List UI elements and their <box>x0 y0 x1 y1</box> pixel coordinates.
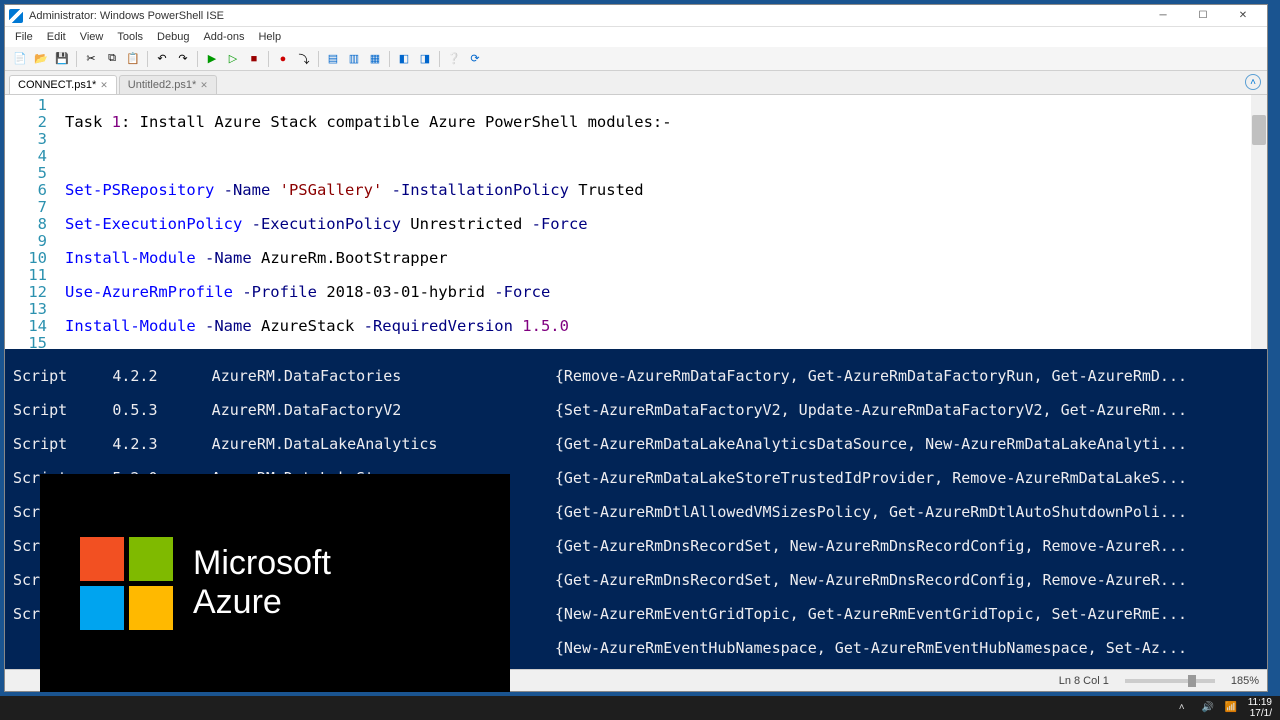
close-icon[interactable]: ✕ <box>200 80 208 91</box>
open-icon[interactable]: 📂 <box>32 50 50 68</box>
tab-label: Untitled2.ps1* <box>128 79 197 91</box>
run-icon[interactable]: ▶ <box>203 50 221 68</box>
menu-addons[interactable]: Add-ons <box>197 29 250 45</box>
brand-text: Microsoft Azure <box>193 544 331 622</box>
cut-icon[interactable]: ✂ <box>82 50 100 68</box>
step-icon[interactable]: ⤵ <box>295 50 313 68</box>
stop-icon[interactable]: ■ <box>245 50 263 68</box>
titlebar: Administrator: Windows PowerShell ISE ─ … <box>5 5 1267 27</box>
commands-icon[interactable]: ◧ <box>395 50 413 68</box>
editor-scrollbar[interactable] <box>1251 95 1267 349</box>
layout1-icon[interactable]: ▤ <box>324 50 342 68</box>
volume-icon[interactable]: 🔊 <box>1202 702 1215 715</box>
script-pane-icon[interactable]: ◨ <box>416 50 434 68</box>
redo-icon[interactable]: ↷ <box>174 50 192 68</box>
cursor-position: Ln 8 Col 1 <box>1059 675 1109 687</box>
console-row: Script 4.2.3 AzureRM.DataLakeAnalytics {… <box>13 436 1259 453</box>
menu-file[interactable]: File <box>9 29 39 45</box>
tray-up-icon[interactable]: ˄ <box>1179 702 1192 715</box>
new-icon[interactable]: 📄 <box>11 50 29 68</box>
tab-bar: CONNECT.ps1* ✕ Untitled2.ps1* ✕ ˄ <box>5 71 1267 95</box>
paste-icon[interactable]: 📋 <box>124 50 142 68</box>
tab-untitled2[interactable]: Untitled2.ps1* ✕ <box>119 75 217 94</box>
layout2-icon[interactable]: ▥ <box>345 50 363 68</box>
zoom-level: 185% <box>1231 675 1259 687</box>
tab-label: CONNECT.ps1* <box>18 79 96 91</box>
close-button[interactable]: ✕ <box>1223 6 1263 26</box>
copy-icon[interactable]: ⧉ <box>103 50 121 68</box>
menu-debug[interactable]: Debug <box>151 29 195 45</box>
branding-overlay: Microsoft Azure <box>40 474 510 692</box>
menubar: File Edit View Tools Debug Add-ons Help <box>5 27 1267 47</box>
network-icon[interactable]: 📶 <box>1225 702 1238 715</box>
breakpoint-icon[interactable]: ● <box>274 50 292 68</box>
collapse-icon[interactable]: ˄ <box>1245 74 1261 90</box>
console-row: Script 0.5.3 AzureRM.DataFactoryV2 {Set-… <box>13 402 1259 419</box>
menu-view[interactable]: View <box>74 29 110 45</box>
run-selection-icon[interactable]: ▷ <box>224 50 242 68</box>
close-icon[interactable]: ✕ <box>100 80 108 91</box>
window-title: Administrator: Windows PowerShell ISE <box>29 10 224 22</box>
refresh-icon[interactable]: ⟳ <box>466 50 484 68</box>
menu-help[interactable]: Help <box>252 29 287 45</box>
undo-icon[interactable]: ↶ <box>153 50 171 68</box>
clock[interactable]: 11:1917/1/ <box>1248 697 1272 719</box>
help-icon[interactable]: ❔ <box>445 50 463 68</box>
taskbar: ˄ 🔊 📶 11:1917/1/ <box>0 696 1280 720</box>
layout3-icon[interactable]: ▦ <box>366 50 384 68</box>
code-area[interactable]: Task 1: Install Azure Stack compatible A… <box>61 95 1267 349</box>
toolbar: 📄 📂 💾 ✂ ⧉ 📋 ↶ ↷ ▶ ▷ ■ ● ⤵ ▤ ▥ ▦ ◧ ◨ ❔ ⟳ <box>5 47 1267 71</box>
tab-connect[interactable]: CONNECT.ps1* ✕ <box>9 75 117 94</box>
app-icon <box>9 9 23 23</box>
save-icon[interactable]: 💾 <box>53 50 71 68</box>
line-gutter: 123456789101112131415 <box>5 95 61 349</box>
menu-edit[interactable]: Edit <box>41 29 72 45</box>
maximize-button[interactable]: ☐ <box>1183 6 1223 26</box>
script-editor[interactable]: 123456789101112131415 Task 1: Install Az… <box>5 95 1267 349</box>
microsoft-logo-icon <box>80 537 173 630</box>
menu-tools[interactable]: Tools <box>111 29 149 45</box>
zoom-slider[interactable] <box>1125 679 1215 683</box>
console-row: Script 4.2.2 AzureRM.DataFactories {Remo… <box>13 368 1259 385</box>
minimize-button[interactable]: ─ <box>1143 6 1183 26</box>
